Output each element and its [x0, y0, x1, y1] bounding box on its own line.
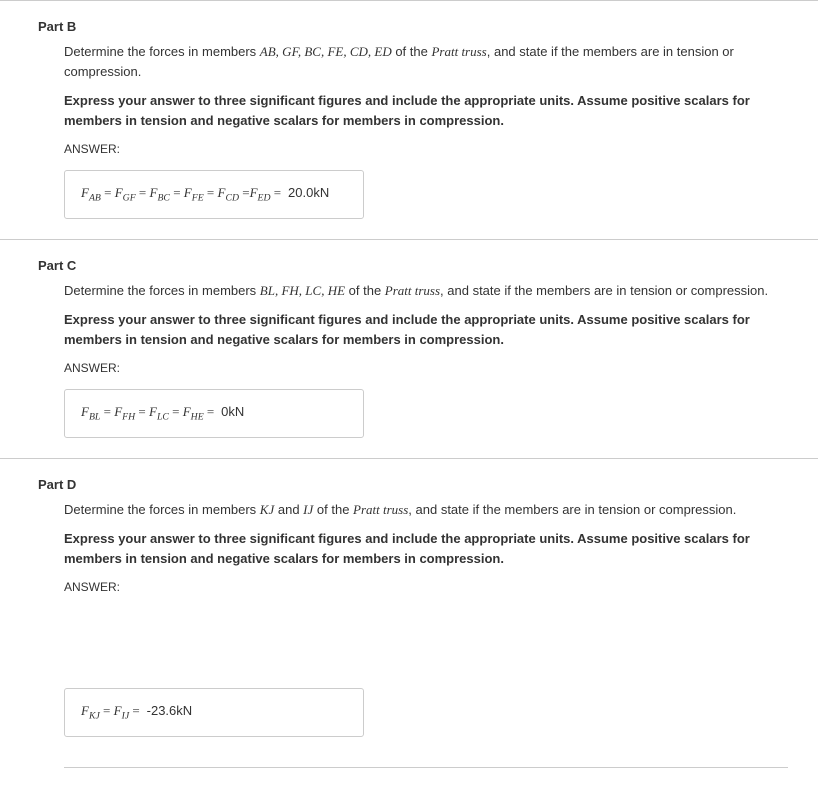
answer-formula: FAB = FGF = FBC = FFE = FCD =FED =	[81, 185, 284, 200]
desc-text: of the	[313, 502, 353, 517]
truss-name: Pratt truss	[431, 44, 486, 59]
part-c-description: Determine the forces in members BL, FH, …	[64, 281, 788, 301]
part-c: Part C Determine the forces in members B…	[0, 239, 818, 458]
part-d-description: Determine the forces in members KJ and I…	[64, 500, 788, 520]
answer-formula: FKJ = FIJ =	[81, 703, 143, 718]
part-d-title: Part D	[38, 477, 818, 492]
answer-label: ANSWER:	[64, 142, 788, 156]
part-b-content: Determine the forces in members AB, GF, …	[64, 42, 788, 219]
answer-unit: kN	[176, 703, 192, 718]
answer-formula: FBL = FFH = FLC = FHE =	[81, 404, 218, 419]
part-b: Part B Determine the forces in members A…	[0, 0, 818, 239]
spacer	[64, 737, 788, 757]
answer-value: 20.0	[288, 185, 313, 200]
desc-text: , and state if the members are in tensio…	[440, 283, 768, 298]
part-d-instruction: Express your answer to three significant…	[64, 529, 788, 568]
answer-label: ANSWER:	[64, 580, 788, 594]
part-b-description: Determine the forces in members AB, GF, …	[64, 42, 788, 81]
part-b-instruction: Express your answer to three significant…	[64, 91, 788, 130]
members-list: KJ	[260, 502, 274, 517]
answer-unit: kN	[313, 185, 329, 200]
truss-name: Pratt truss	[353, 502, 408, 517]
part-b-answer-box: FAB = FGF = FBC = FFE = FCD =FED = 20.0k…	[64, 170, 364, 219]
desc-text: and	[274, 502, 303, 517]
desc-text: Determine the forces in members	[64, 502, 260, 517]
desc-text: of the	[345, 283, 385, 298]
answer-label: ANSWER:	[64, 361, 788, 375]
divider	[64, 767, 788, 768]
part-d-answer-box: FKJ = FIJ = -23.6kN	[64, 688, 364, 737]
desc-text: of the	[392, 44, 432, 59]
part-c-answer-box: FBL = FFH = FLC = FHE = 0kN	[64, 389, 364, 438]
part-c-instruction: Express your answer to three significant…	[64, 310, 788, 349]
answer-unit: kN	[228, 404, 244, 419]
members-list: AB, GF, BC, FE, CD, ED	[260, 44, 392, 59]
part-c-title: Part C	[38, 258, 818, 273]
part-d: Part D Determine the forces in members K…	[0, 458, 818, 788]
spacer	[64, 608, 788, 688]
part-d-content: Determine the forces in members KJ and I…	[64, 500, 788, 768]
desc-text: , and state if the members are in tensio…	[408, 502, 736, 517]
part-c-content: Determine the forces in members BL, FH, …	[64, 281, 788, 438]
desc-text: Determine the forces in members	[64, 44, 260, 59]
part-b-title: Part B	[38, 19, 818, 34]
desc-text: Determine the forces in members	[64, 283, 260, 298]
members-list: BL, FH, LC, HE	[260, 283, 345, 298]
truss-name: Pratt truss	[385, 283, 440, 298]
members-list: IJ	[303, 502, 313, 517]
answer-value: -23.6	[147, 703, 177, 718]
